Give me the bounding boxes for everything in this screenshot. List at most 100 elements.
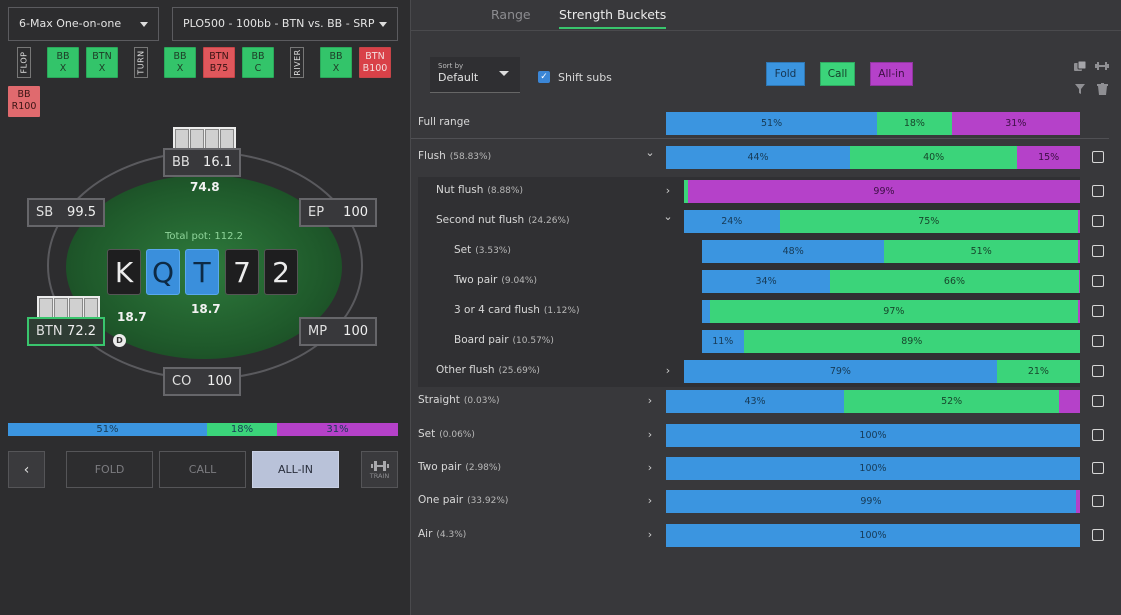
bucket-checkbox[interactable] <box>1092 151 1104 163</box>
left-panel: 6-Max One-on-one PLO500 - 100bb - BTN vs… <box>0 0 410 615</box>
seat-bb[interactable]: BB 16.1 <box>163 148 241 177</box>
bucket-checkbox[interactable] <box>1092 275 1104 287</box>
bucket-name: Full range <box>418 116 470 128</box>
tab-strength-buckets[interactable]: Strength Buckets <box>559 7 667 29</box>
legend-call[interactable]: Call <box>820 62 855 86</box>
chevron-down-icon[interactable]: ⌄ <box>643 146 657 160</box>
legend-allin[interactable]: All-in <box>870 62 913 86</box>
tab-range[interactable]: Range <box>491 7 531 29</box>
seat-mp[interactable]: MP 100 <box>299 317 377 346</box>
bucket-checkbox[interactable] <box>1092 185 1104 197</box>
chevron-down-icon[interactable]: ⌄ <box>661 210 675 224</box>
bucket-checkbox[interactable] <box>1092 395 1104 407</box>
chevron-down-icon <box>379 22 387 27</box>
bucket-checkbox[interactable] <box>1092 305 1104 317</box>
call-segment: 51% <box>884 240 1079 263</box>
action-chip[interactable]: BTN B75 <box>203 47 235 78</box>
bucket-checkbox[interactable] <box>1092 529 1104 541</box>
allin-segment <box>1078 270 1080 293</box>
bucket-label[interactable]: Other flush (25.69%) <box>436 364 540 376</box>
chevron-right-icon[interactable]: › <box>661 364 675 378</box>
action-chip-current[interactable]: BB R100 <box>8 86 40 117</box>
chevron-right-icon[interactable]: › <box>643 394 657 408</box>
bucket-label[interactable]: Flush (58.83%) <box>418 150 491 162</box>
bucket-name: Flush <box>418 150 446 162</box>
action-chip[interactable]: BB X <box>164 47 196 78</box>
bucket-checkbox[interactable] <box>1092 462 1104 474</box>
bucket-share: (25.69%) <box>498 366 540 376</box>
allin-segment <box>1078 240 1080 263</box>
bucket-share: (10.57%) <box>512 336 554 346</box>
train-label: TRAIN <box>369 471 390 480</box>
legend-fold[interactable]: Fold <box>766 62 805 86</box>
cards-icon[interactable] <box>1073 60 1087 74</box>
action-chip-action: X <box>332 63 340 74</box>
allin-segment <box>1059 390 1080 413</box>
action-chip[interactable]: BB C <box>242 47 274 78</box>
bucket-checkbox[interactable] <box>1092 215 1104 227</box>
bucket-frequency-bar: 24% 75% <box>684 210 1080 233</box>
bucket-label[interactable]: Nut flush (8.88%) <box>436 184 523 196</box>
action-chip-action: X <box>59 63 67 74</box>
bucket-label[interactable]: Set (3.53%) <box>454 244 511 256</box>
bucket-label[interactable]: One pair (33.92%) <box>418 494 508 506</box>
seat-stack: 99.5 <box>67 205 96 220</box>
action-chip-action: B100 <box>362 63 388 74</box>
bucket-checkbox[interactable] <box>1092 495 1104 507</box>
dumbbell-icon[interactable] <box>1095 60 1109 74</box>
street-turn-label: TURN <box>136 50 146 75</box>
action-chip[interactable]: BTN B100 <box>359 47 391 78</box>
game-select[interactable]: 6-Max One-on-one <box>8 7 159 41</box>
bucket-label[interactable]: Full range <box>418 116 470 128</box>
fold-button[interactable]: FOLD <box>66 451 153 488</box>
seat-btn[interactable]: BTN 72.2 <box>27 317 105 346</box>
seat-ep[interactable]: EP 100 <box>299 198 377 227</box>
bucket-checkbox[interactable] <box>1092 335 1104 347</box>
bucket-label[interactable]: Two pair (9.04%) <box>454 274 537 286</box>
train-button[interactable]: TRAIN <box>361 451 398 488</box>
action-chip[interactable]: BB X <box>47 47 79 78</box>
bucket-label[interactable]: Board pair (10.57%) <box>454 334 554 346</box>
bucket-checkbox[interactable] <box>1092 429 1104 441</box>
bucket-frequency-bar: 11% 89% <box>702 330 1080 353</box>
btn-bet-amount: 18.7 <box>117 310 147 324</box>
sort-by-select[interactable]: Sort by Default <box>430 57 520 93</box>
bucket-label[interactable]: Two pair (2.98%) <box>418 461 501 473</box>
bucket-name: Straight <box>418 394 460 406</box>
right-panel: Range Strength Buckets Sort by Default ✓… <box>411 0 1121 615</box>
seat-sb[interactable]: SB 99.5 <box>27 198 105 227</box>
trash-icon[interactable] <box>1095 83 1109 97</box>
bucket-share: (58.83%) <box>449 152 492 162</box>
call-button[interactable]: CALL <box>159 451 246 488</box>
bucket-share: (33.92%) <box>467 496 509 506</box>
back-button[interactable]: ‹ <box>8 451 45 488</box>
full-range-divider <box>411 138 1109 139</box>
bucket-label[interactable]: Second nut flush (24.26%) <box>436 214 569 226</box>
chevron-right-icon[interactable]: › <box>661 184 675 198</box>
chevron-right-icon[interactable]: › <box>643 461 657 475</box>
seat-position: EP <box>308 205 325 220</box>
bucket-checkbox[interactable] <box>1092 245 1104 257</box>
bucket-label[interactable]: Set (0.06%) <box>418 428 475 440</box>
bucket-share: (1.12%) <box>543 306 580 316</box>
fold-segment <box>702 300 710 323</box>
bucket-label[interactable]: Air (4.3%) <box>418 528 466 540</box>
filter-icon[interactable] <box>1073 83 1087 97</box>
chevron-right-icon[interactable]: › <box>643 428 657 442</box>
bucket-label[interactable]: Straight (0.03%) <box>418 394 500 406</box>
bucket-checkbox[interactable] <box>1092 365 1104 377</box>
action-chip[interactable]: BTN X <box>86 47 118 78</box>
seat-co[interactable]: CO 100 <box>163 367 241 396</box>
shift-subs-checkbox[interactable]: ✓ <box>538 71 550 83</box>
bucket-name: Other flush <box>436 364 495 376</box>
allin-button[interactable]: ALL-IN <box>252 451 339 488</box>
chevron-right-icon[interactable]: › <box>643 528 657 542</box>
spot-select[interactable]: PLO500 - 100bb - BTN vs. BB - SRP <box>172 7 398 41</box>
call-segment: 75% <box>779 210 1078 233</box>
bucket-frequency-bar: 100% <box>666 424 1080 447</box>
chevron-right-icon[interactable]: › <box>643 494 657 508</box>
seat-position: SB <box>36 205 54 220</box>
action-chip[interactable]: BB X <box>320 47 352 78</box>
bucket-label[interactable]: 3 or 4 card flush (1.12%) <box>454 304 579 316</box>
fold-segment: 99% <box>666 490 1076 513</box>
